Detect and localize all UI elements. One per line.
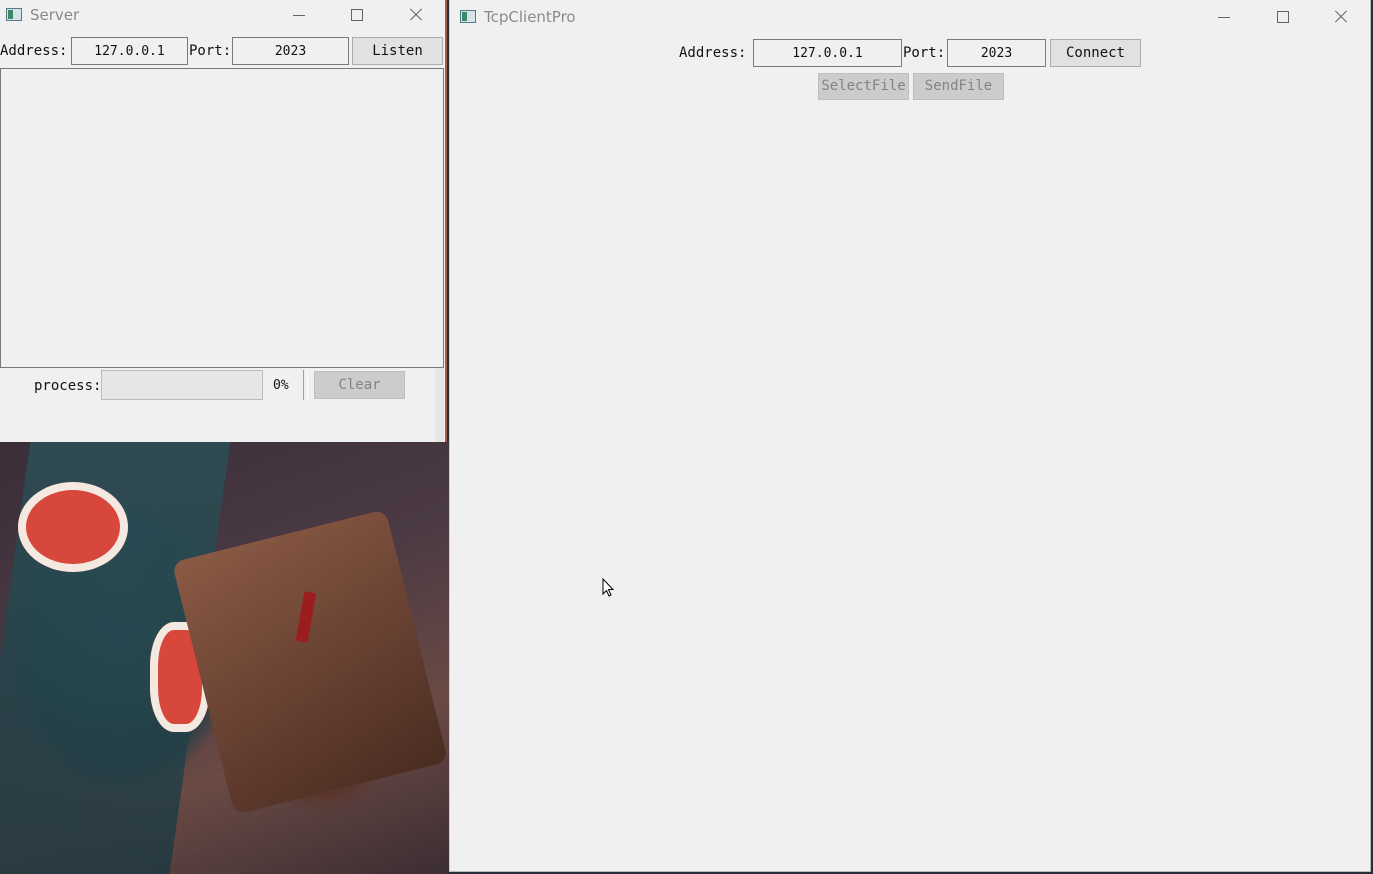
server-log-area[interactable] <box>0 68 444 368</box>
client-titlebar[interactable]: TcpClientPro <box>450 0 1370 32</box>
close-icon[interactable] <box>407 6 425 24</box>
server-scrollbar-strip <box>435 368 444 442</box>
mouse-cursor-icon <box>602 578 615 597</box>
send-file-button[interactable]: SendFile <box>913 73 1004 100</box>
client-window: TcpClientPro Address: Port: Connect Sele… <box>449 0 1371 872</box>
client-address-input[interactable] <box>753 39 902 67</box>
maximize-icon[interactable] <box>1274 8 1292 26</box>
server-address-label: Address: <box>0 43 68 59</box>
progress-percent: 0% <box>273 378 289 393</box>
server-port-input[interactable] <box>232 37 349 65</box>
server-window-title: Server <box>30 6 80 24</box>
app-icon <box>6 8 22 21</box>
client-port-label: Port: <box>903 45 946 61</box>
server-titlebar[interactable]: Server <box>0 0 445 32</box>
minimize-icon[interactable] <box>1215 8 1233 26</box>
process-label: process: <box>34 378 102 394</box>
server-port-label: Port: <box>189 43 232 59</box>
maximize-icon[interactable] <box>348 6 366 24</box>
server-progress-bar <box>101 370 263 400</box>
select-file-button[interactable]: SelectFile <box>818 73 909 100</box>
listen-button[interactable]: Listen <box>352 37 443 65</box>
clear-button[interactable]: Clear <box>314 371 405 399</box>
minimize-icon[interactable] <box>290 6 308 24</box>
close-icon[interactable] <box>1332 8 1350 26</box>
app-icon <box>460 10 476 23</box>
connect-button[interactable]: Connect <box>1050 39 1141 67</box>
wallpaper-face-shape <box>171 509 449 815</box>
client-window-title: TcpClientPro <box>484 8 576 26</box>
server-address-input[interactable] <box>71 37 188 65</box>
client-address-label: Address: <box>679 45 747 61</box>
client-port-input[interactable] <box>947 39 1046 67</box>
server-window: Server Address: Port: Listen process: 0%… <box>0 0 447 442</box>
desktop-wallpaper <box>0 442 450 874</box>
separator <box>303 370 308 400</box>
wallpaper-cloud-shape <box>18 482 128 572</box>
